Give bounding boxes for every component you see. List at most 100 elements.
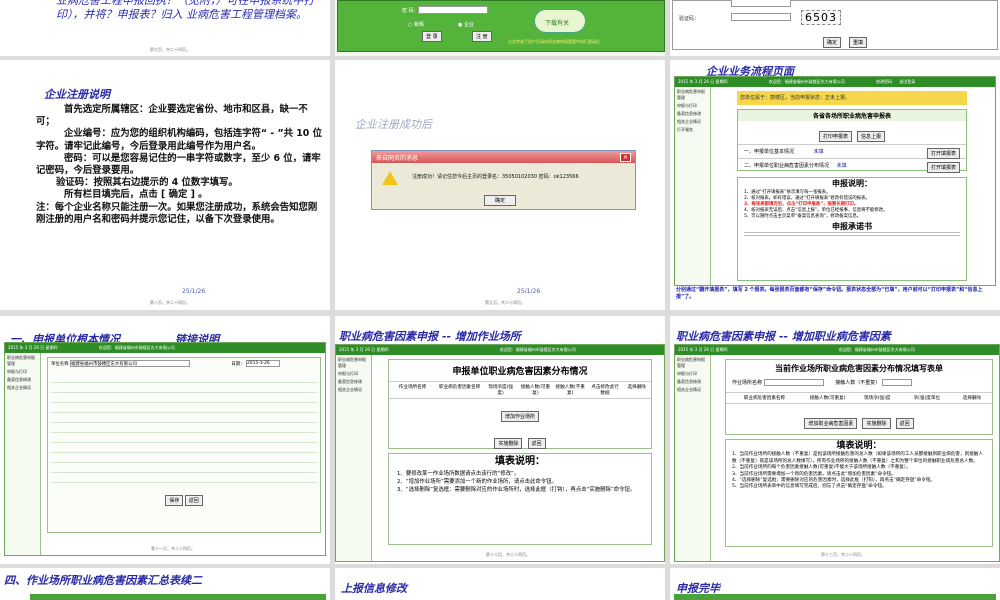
captcha-form: 验证码： 6503 确定 重填 — [672, 0, 998, 50]
open-form-button[interactable]: 打开填报表 — [926, 162, 960, 173]
save-button[interactable]: 保存 — [165, 495, 184, 506]
sidebar-item-2[interactable]: 备案信息修改 — [7, 377, 38, 383]
count-label: 接触人数（不重复） — [835, 380, 881, 386]
radio-new[interactable]: ○ 新辉 — [408, 21, 424, 28]
register-button[interactable]: 注 册 — [472, 31, 492, 42]
site-window: 2015 年 3 月 26 日 星期四 欢迎您：福建省福州市鼓楼区东大有限公司 … — [335, 344, 665, 562]
slide-footer: 第十一页，共二十四页。 — [151, 546, 195, 551]
sidebar-item-0[interactable]: 职业病危害申报管理 — [338, 357, 369, 369]
done-window-edge — [674, 594, 996, 600]
flow-caption: 分别通过“翻开填报表”，填写 2 个报表。每张报表页面都有“保存”命令钮。报表状… — [676, 287, 983, 300]
slide-basic-info: 一、申报单位根本情况 链接说明 2015 年 3 月 26 日 星期四 欢迎您：… — [0, 316, 330, 564]
logout-link[interactable]: 退出登录 — [899, 79, 915, 84]
count-input[interactable] — [881, 379, 912, 386]
password-input[interactable] — [418, 6, 488, 14]
sidebar: 职业病危害申报管理 申报与打印 备案信息修改 相关企业情况 — [5, 353, 41, 555]
message-dialog: 来自网页的消息 ✕ 注册成功！请记住您今后主页的登录名：35050102030 … — [371, 150, 636, 210]
note: 1、要修改某一作业场所数据请点击该行的“修改”。 — [397, 471, 520, 477]
form-lines — [51, 373, 317, 491]
sidebar-item-3[interactable]: 相关企业情况 — [7, 385, 38, 391]
slide-summary: 四、作业场所职业病危害因素汇总表续二 — [0, 568, 330, 600]
password-label: 密 码： — [402, 8, 419, 14]
factor-table: 当前作业场所职业病危害因素分布情况填写表单 作业场所名称 接触人数（不重复） 职… — [725, 359, 993, 435]
add-factor-button[interactable]: 增加职业病危害因素 — [804, 418, 858, 429]
slide-title: 企业注册说明 — [44, 88, 110, 101]
sidebar-item-1[interactable]: 申报与打印 — [7, 369, 38, 375]
slide-title: 四、作业场所职业病危害因素汇总表续二 — [4, 574, 202, 587]
code-input[interactable] — [731, 13, 791, 21]
sidebar-item-0[interactable]: 职业病危害申报管理 — [677, 89, 708, 101]
sidebar-item-3[interactable]: 相关企业情况 — [677, 387, 708, 393]
radio-enterprise[interactable]: ● 企业 — [458, 21, 474, 28]
sidebar-item-2[interactable]: 备案信息修改 — [338, 379, 369, 385]
back-button[interactable]: 返回 — [184, 495, 203, 506]
top-field[interactable] — [731, 0, 791, 7]
change-password-link[interactable]: 修改密码 — [876, 79, 892, 84]
topbar: 2015 年 3 月 26 日 星期四 欢迎您：福建省福州市鼓楼区东大有限公司 — [675, 345, 999, 355]
submit-button[interactable]: 信息上报 — [857, 131, 886, 142]
sidebar-item-1[interactable]: 申报与打印 — [338, 371, 369, 377]
page-number: 25/1/26 — [517, 288, 541, 295]
close-icon[interactable]: ✕ — [619, 153, 631, 162]
slide-receipt: 业病危害工程申报回执？（见附，）可在申报系统中打印），并将？申报表？归入 业病危… — [0, 0, 330, 56]
topbar: 2015 年 3 月 26 日 星期四 欢迎您：福建省福州市鼓楼区东大有限公司 — [336, 345, 664, 355]
sidebar-item-1[interactable]: 申报与打印 — [677, 103, 708, 109]
back-button[interactable]: 返回 — [527, 438, 546, 449]
table-row: 一、申报单位基本情况 未填 打开填报表 — [738, 144, 966, 159]
sidebar: 职业病危害申报管理 申报与打印 备案信息修改 相关企业情况 — [336, 355, 372, 561]
add-site-button[interactable]: 增加作业场所 — [500, 411, 539, 422]
sidebar-item-0[interactable]: 职业病危害申报管理 — [677, 357, 708, 369]
unit-label: 单位名称 — [51, 362, 69, 367]
slide-title: 职业病危害因素申报 -- 增加职业病危害因素 — [676, 330, 891, 343]
slide-done: 申报完毕 — [670, 568, 1000, 600]
sidebar-item-2[interactable]: 备案信息修改 — [677, 379, 708, 385]
login-button[interactable]: 登 录 — [422, 31, 442, 42]
back-button[interactable]: 返回 — [895, 418, 914, 429]
open-form-button[interactable]: 打开填报表 — [926, 148, 960, 159]
ok-button[interactable]: 确定 — [484, 195, 517, 206]
reset-button[interactable]: 重填 — [849, 37, 868, 48]
slide-register-success: 企业注册成功后 来自网页的消息 ✕ 注册成功！请记住您今后主页的登录名：3505… — [335, 60, 665, 310]
summary-window-edge — [30, 594, 326, 600]
date-input[interactable]: 2015-3-26 — [245, 360, 280, 367]
notice-box: 申报说明： 1、通过“打开填报表”依次填写每一张报表。 2、核对报表。如有错误，… — [737, 177, 967, 281]
receipt-text: 业病危害工程申报回执？（见附，）可在申报系统中打印），并将？申报表？归入 业病危… — [56, 0, 315, 21]
unit-input[interactable]: 福建省福州市鼓楼区东大有限公司 — [69, 360, 190, 367]
sidebar-item-3[interactable]: 相关企业情况 — [338, 387, 369, 393]
note: 2、“增加作业场所”需要添加一个新的作业场所，请点击此命令钮。 — [397, 479, 557, 485]
sidebar-item-0[interactable]: 职业病危害申报管理 — [7, 355, 38, 367]
sidebar-item-4[interactable]: 打开服务 — [677, 127, 708, 133]
delete-button[interactable]: 实施删除 — [494, 438, 523, 449]
sidebar-item-2[interactable]: 备案信息修改 — [677, 111, 708, 117]
dialog-message: 注册成功！请记住您今后主页的登录名：35050102030 密码：ok12356… — [412, 174, 579, 180]
status-badge: 未填 — [836, 163, 847, 169]
sidebar: 职业病危害申报管理 申报与打印 备案信息修改 相关企业情况 打开服务 — [675, 87, 711, 285]
print-button[interactable]: 打印申报表 — [818, 131, 852, 142]
guide-p4: 验证码：按照其右边提示的 4 位数字填写。 — [56, 177, 238, 189]
download-logo[interactable]: 下载有关 — [534, 9, 586, 33]
site-table: 申报单位职业病危害因素分布情况 作业场所名称 职业病危害因素名称 现场浓度(强度… — [388, 359, 652, 449]
sidebar-item-1[interactable]: 申报与打印 — [677, 371, 708, 377]
delete-button[interactable]: 实施删除 — [862, 418, 891, 429]
sidebar-item-3[interactable]: 相关企业情况 — [677, 119, 708, 125]
register-guide-body: 首先选定所属辖区：企业要选定省份、地市和区县，缺一不可； 企业编号：应为您的组织… — [36, 104, 322, 226]
dialog-titlebar: 来自网页的消息 ✕ — [372, 151, 635, 163]
table-header-row: 作业场所名称 职业病危害因素名称 现场浓度(强度) 接触人数(可重复) 接触人数… — [389, 381, 651, 399]
guide-p5: 所有栏目填完后，点击 [ 确定 ] 。 — [64, 189, 208, 201]
confirm-button[interactable]: 确定 — [823, 37, 842, 48]
topbar: 2015 年 3 月 26 日 星期四 欢迎您：福建省福州市鼓楼区东大有限公司 … — [675, 77, 995, 87]
table-header: 各省各场所职业病危害申报表 — [738, 110, 966, 121]
site-label: 作业场所名称 — [732, 380, 763, 386]
table-title: 申报单位职业病危害因素分布情况 — [452, 367, 588, 377]
captcha-image: 6503 — [801, 10, 841, 25]
table-row: 二、申报单位职业病危害因素分布情况 未填 打开填报表 — [738, 158, 966, 173]
slide-update-info: 上报信息修改 — [335, 568, 665, 600]
page-number: 25/1/26 — [182, 288, 206, 295]
welcome-bar: 您单位属于：鼓楼区，当前申报状态：正未上报。 — [737, 91, 967, 105]
slide-captcha: 验证码： 6503 确定 重填 — [670, 0, 1000, 56]
notice-title: 填表说明： — [495, 456, 545, 467]
commit-title: 申报承诺书 — [832, 222, 872, 231]
site-input[interactable] — [763, 379, 824, 386]
notice-box: 填表说明： 1、要修改某一作业场所数据请点击该行的“修改”。 2、“增加作业场所… — [388, 453, 652, 545]
note: 5、可以随时点击主页菜单“备案信息查询”，修改备案信息。 — [744, 214, 862, 219]
